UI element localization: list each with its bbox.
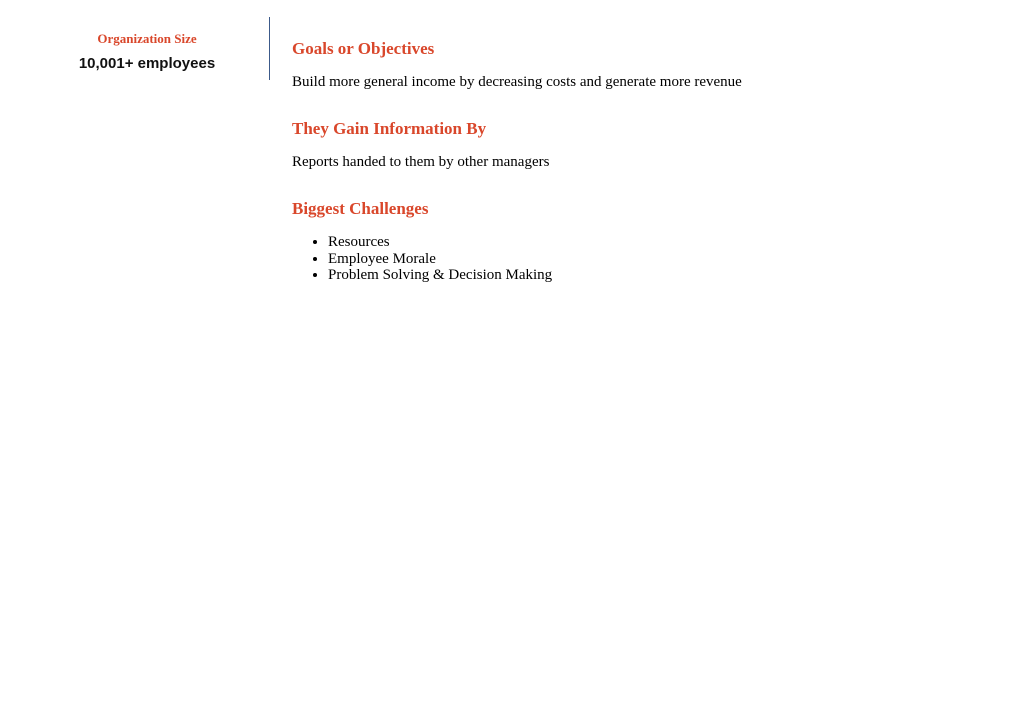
organization-size-value: 10,001+ employees	[78, 55, 216, 72]
challenges-list: Resources Employee Morale Problem Solvin…	[292, 234, 992, 284]
challenges-heading: Biggest Challenges	[292, 199, 429, 218]
persona-details: Goals or Objectives Build more general i…	[292, 38, 992, 284]
information-heading: They Gain Information By	[292, 119, 487, 138]
goals-heading: Goals or Objectives	[292, 39, 435, 58]
persona-page: Organization Size 10,001+ employees Goal…	[0, 0, 1024, 724]
challenges-section: Biggest Challenges Resources Employee Mo…	[292, 198, 992, 284]
goals-text: Build more general income by decreasing …	[292, 74, 742, 90]
information-section: They Gain Information By Reports handed …	[292, 118, 992, 171]
information-text: Reports handed to them by other managers	[292, 154, 550, 170]
vertical-divider	[269, 17, 270, 80]
list-item: Resources	[328, 234, 992, 251]
organization-size-panel: Organization Size 10,001+ employees	[24, 30, 270, 73]
goals-section: Goals or Objectives Build more general i…	[292, 38, 992, 91]
organization-size-label: Organization Size	[97, 31, 197, 46]
list-item: Problem Solving & Decision Making	[328, 267, 992, 284]
list-item: Employee Morale	[328, 251, 992, 268]
